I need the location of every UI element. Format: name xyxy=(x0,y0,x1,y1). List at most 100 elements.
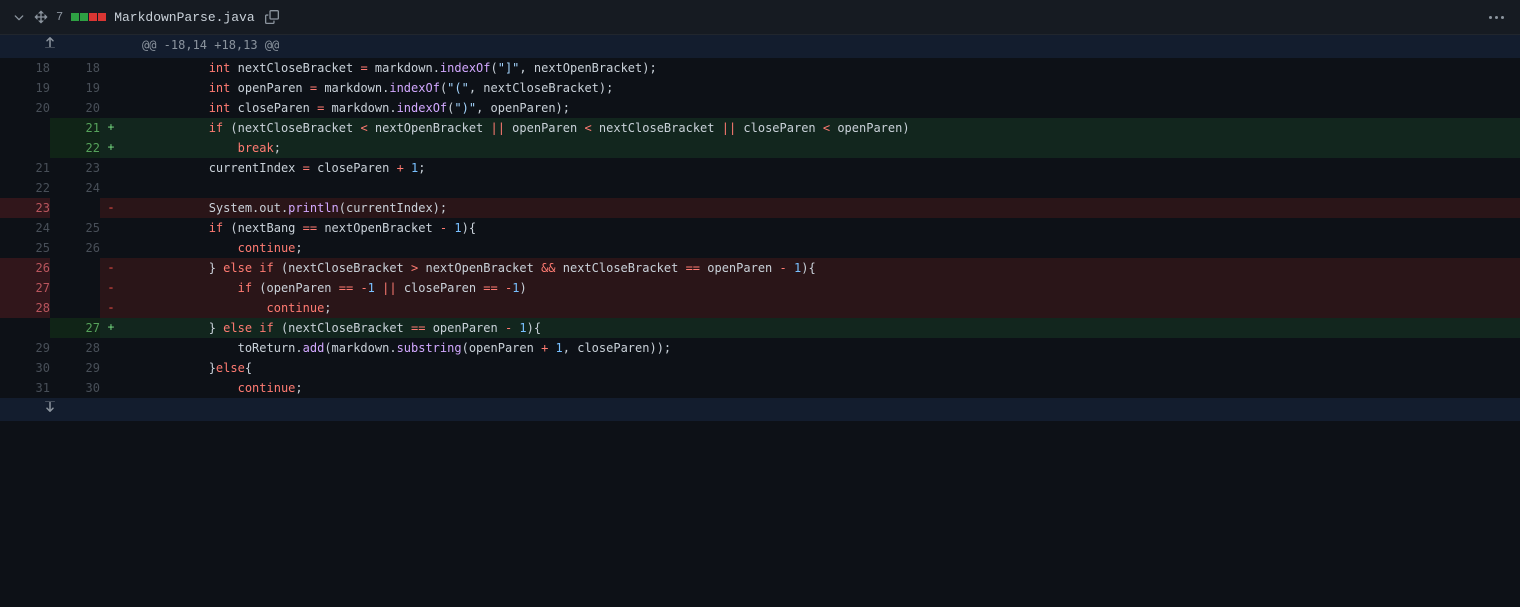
collapse-chevron-icon[interactable] xyxy=(12,10,26,24)
old-line-number[interactable]: 19 xyxy=(0,78,50,98)
new-line-number[interactable]: 24 xyxy=(50,178,100,198)
diff-line-context: 2928 toReturn.add(markdown.substring(ope… xyxy=(0,338,1520,358)
old-line-number[interactable]: 22 xyxy=(0,178,50,198)
diff-marker: - xyxy=(100,198,122,218)
diff-line-context: 3029 }else{ xyxy=(0,358,1520,378)
code-content: continue; xyxy=(122,298,1520,318)
old-line-number[interactable]: 26 xyxy=(0,258,50,278)
hunk-header-text: @@ -18,14 +18,13 @@ xyxy=(122,35,1520,58)
hunk-marker xyxy=(100,35,122,58)
diff-marker xyxy=(100,178,122,198)
old-line-number[interactable]: 30 xyxy=(0,358,50,378)
code-content xyxy=(122,178,1520,198)
new-line-number[interactable]: 26 xyxy=(50,238,100,258)
old-line-number[interactable]: 29 xyxy=(0,338,50,358)
diff-marker xyxy=(100,158,122,178)
diff-marker: + xyxy=(100,318,122,338)
diff-marker: + xyxy=(100,138,122,158)
hunk-header-row: @@ -18,14 +18,13 @@ xyxy=(0,35,1520,58)
code-content: int nextCloseBracket = markdown.indexOf(… xyxy=(122,58,1520,78)
code-content: int openParen = markdown.indexOf("(", ne… xyxy=(122,78,1520,98)
diff-marker xyxy=(100,98,122,118)
new-line-number[interactable]: 28 xyxy=(50,338,100,358)
new-line-number[interactable]: 29 xyxy=(50,358,100,378)
diff-line-deleted: 26 - } else if (nextCloseBracket > nextOp… xyxy=(0,258,1520,278)
copy-path-icon[interactable] xyxy=(263,8,281,26)
diff-marker xyxy=(100,78,122,98)
new-line-number[interactable]: 22 xyxy=(50,138,100,158)
diff-marker: - xyxy=(100,278,122,298)
diffstat xyxy=(71,13,106,21)
code-content: continue; xyxy=(122,378,1520,398)
old-line-number[interactable]: 24 xyxy=(0,218,50,238)
diff-line-context: 2123 currentIndex = closeParen + 1; xyxy=(0,158,1520,178)
old-line-number[interactable]: 20 xyxy=(0,98,50,118)
new-line-number[interactable] xyxy=(50,298,100,318)
old-line-number[interactable]: 21 xyxy=(0,158,50,178)
new-line-number[interactable]: 19 xyxy=(50,78,100,98)
filename-link[interactable]: MarkdownParse.java xyxy=(114,10,254,25)
new-line-number[interactable]: 30 xyxy=(50,378,100,398)
code-content: continue; xyxy=(122,238,1520,258)
diff-marker: + xyxy=(100,118,122,138)
expand-all-icon[interactable] xyxy=(34,10,48,24)
new-line-number[interactable]: 20 xyxy=(50,98,100,118)
file-actions-menu-icon[interactable] xyxy=(1485,12,1508,23)
new-line-number[interactable]: 18 xyxy=(50,58,100,78)
diff-table: @@ -18,14 +18,13 @@1818 int nextCloseBra… xyxy=(0,35,1520,421)
diff-marker xyxy=(100,358,122,378)
diff-line-added: 21+ if (nextCloseBracket < nextOpenBrack… xyxy=(0,118,1520,138)
code-content: }else{ xyxy=(122,358,1520,378)
diff-line-context: 2526 continue; xyxy=(0,238,1520,258)
diff-line-deleted: 27 - if (openParen == -1 || closeParen ==… xyxy=(0,278,1520,298)
old-line-number[interactable]: 31 xyxy=(0,378,50,398)
diff-line-context: 3130 continue; xyxy=(0,378,1520,398)
diff-marker xyxy=(100,58,122,78)
diff-marker: - xyxy=(100,298,122,318)
file-header: 7 MarkdownParse.java xyxy=(0,0,1520,35)
new-line-number[interactable]: 21 xyxy=(50,118,100,138)
new-line-number[interactable] xyxy=(50,278,100,298)
diff-line-context: 1919 int openParen = markdown.indexOf("(… xyxy=(0,78,1520,98)
code-content: toReturn.add(markdown.substring(openPare… xyxy=(122,338,1520,358)
new-line-number[interactable]: 27 xyxy=(50,318,100,338)
expand-down-button[interactable] xyxy=(0,398,100,421)
code-content: } else if (nextCloseBracket > nextOpenBr… xyxy=(122,258,1520,278)
diff-line-context: 1818 int nextCloseBracket = markdown.ind… xyxy=(0,58,1520,78)
new-line-number[interactable]: 23 xyxy=(50,158,100,178)
code-content: int closeParen = markdown.indexOf(")", o… xyxy=(122,98,1520,118)
diff-line-deleted: 28 - continue; xyxy=(0,298,1520,318)
code-content: if (nextCloseBracket < nextOpenBracket |… xyxy=(122,118,1520,138)
diff-line-added: 27+ } else if (nextCloseBracket == openP… xyxy=(0,318,1520,338)
new-line-number[interactable]: 25 xyxy=(50,218,100,238)
old-line-number[interactable] xyxy=(0,118,50,138)
expand-up-button[interactable] xyxy=(0,35,100,58)
code-content: if (openParen == -1 || closeParen == -1) xyxy=(122,278,1520,298)
diff-marker: - xyxy=(100,258,122,278)
change-count: 7 xyxy=(56,10,63,24)
old-line-number[interactable] xyxy=(0,138,50,158)
old-line-number[interactable]: 28 xyxy=(0,298,50,318)
new-line-number[interactable] xyxy=(50,258,100,278)
code-content: if (nextBang == nextOpenBracket - 1){ xyxy=(122,218,1520,238)
old-line-number[interactable]: 18 xyxy=(0,58,50,78)
code-content: } else if (nextCloseBracket == openParen… xyxy=(122,318,1520,338)
diff-line-context: 2425 if (nextBang == nextOpenBracket - 1… xyxy=(0,218,1520,238)
diff-marker xyxy=(100,218,122,238)
diff-line-deleted: 23 - System.out.println(currentIndex); xyxy=(0,198,1520,218)
file-header-left: 7 MarkdownParse.java xyxy=(12,8,281,26)
old-line-number[interactable]: 23 xyxy=(0,198,50,218)
diff-marker xyxy=(100,238,122,258)
old-line-number[interactable]: 27 xyxy=(0,278,50,298)
old-line-number[interactable] xyxy=(0,318,50,338)
code-content: break; xyxy=(122,138,1520,158)
old-line-number[interactable]: 25 xyxy=(0,238,50,258)
new-line-number[interactable] xyxy=(50,198,100,218)
diff-marker xyxy=(100,378,122,398)
code-content: currentIndex = closeParen + 1; xyxy=(122,158,1520,178)
code-content: System.out.println(currentIndex); xyxy=(122,198,1520,218)
diff-marker xyxy=(100,338,122,358)
diff-line-context: 2020 int closeParen = markdown.indexOf("… xyxy=(0,98,1520,118)
diff-line-added: 22+ break; xyxy=(0,138,1520,158)
diff-line-context: 2224 xyxy=(0,178,1520,198)
